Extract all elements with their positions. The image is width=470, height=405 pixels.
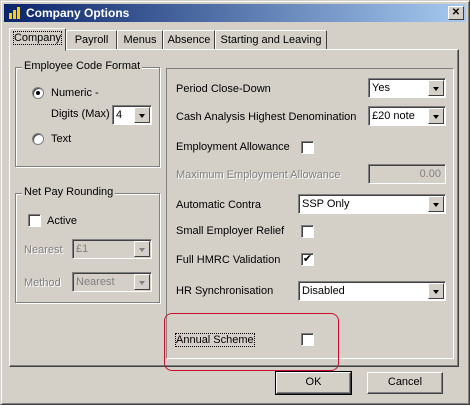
digits-max-select[interactable]: 4 [112,105,152,125]
numeric-radio[interactable] [32,87,44,99]
tab-company[interactable]: Company [9,28,66,51]
close-icon[interactable]: ✕ [448,6,464,20]
title-bar[interactable]: Company Options ✕ [4,4,466,22]
net-pay-rounding-title: Net Pay Rounding [22,186,116,198]
tab-absence[interactable]: Absence [163,30,215,50]
employee-code-format-title: Employee Code Format [22,60,143,72]
method-label: Method [24,277,61,289]
max-employment-allowance-label: Maximum Employment Allowance [176,169,341,181]
automatic-contra-select[interactable]: SSP Only [298,194,446,214]
nearest-label: Nearest [24,244,63,256]
period-close-down-label: Period Close-Down [176,83,271,95]
hr-synchronisation-select[interactable]: Disabled [298,281,446,301]
text-label: Text [51,133,72,145]
annual-scheme-highlight [164,313,339,371]
digits-max-label: Digits (Max) [51,108,110,120]
cash-analysis-select[interactable]: £20 note [368,106,446,126]
cancel-button[interactable]: Cancel [367,372,443,394]
max-employment-allowance-input[interactable]: 0.00 [368,164,446,184]
chevron-down-icon[interactable] [428,283,444,299]
small-employer-relief-label: Small Employer Relief [176,225,285,237]
chevron-down-icon[interactable] [134,274,150,290]
employment-allowance-label: Employment Allowance [176,141,290,153]
tab-payroll[interactable]: Payroll [66,30,117,50]
tab-starting-and-leaving[interactable]: Starting and Leaving [215,30,327,50]
full-hmrc-validation-label: Full HMRC Validation [176,254,281,266]
window-title: Company Options [26,6,130,20]
automatic-contra-label: Automatic Contra [176,199,261,211]
numeric-label: Numeric - [51,87,99,99]
full-hmrc-validation-checkbox[interactable]: ✔ [301,253,314,266]
active-checkbox[interactable] [28,214,41,227]
chevron-down-icon[interactable] [428,196,444,212]
chevron-down-icon[interactable] [134,107,150,123]
chevron-down-icon[interactable] [428,80,444,96]
bar-chart-icon [9,7,20,19]
nearest-select[interactable]: £1 [72,239,152,259]
chevron-down-icon[interactable] [134,241,150,257]
chevron-down-icon[interactable] [428,108,444,124]
text-radio[interactable] [32,133,44,145]
cash-analysis-label: Cash Analysis Highest Denomination [176,111,357,123]
method-select[interactable]: Nearest [72,272,152,292]
company-options-dialog: Company Options ✕ Company Payroll Menus … [0,0,470,405]
active-label: Active [47,215,77,227]
period-close-down-select[interactable]: Yes [368,78,446,98]
tab-menus[interactable]: Menus [117,30,163,50]
employment-allowance-checkbox[interactable] [301,141,314,154]
small-employer-relief-checkbox[interactable] [301,225,314,238]
hr-synchronisation-label: HR Synchronisation [176,285,274,297]
ok-button[interactable]: OK [275,371,352,395]
